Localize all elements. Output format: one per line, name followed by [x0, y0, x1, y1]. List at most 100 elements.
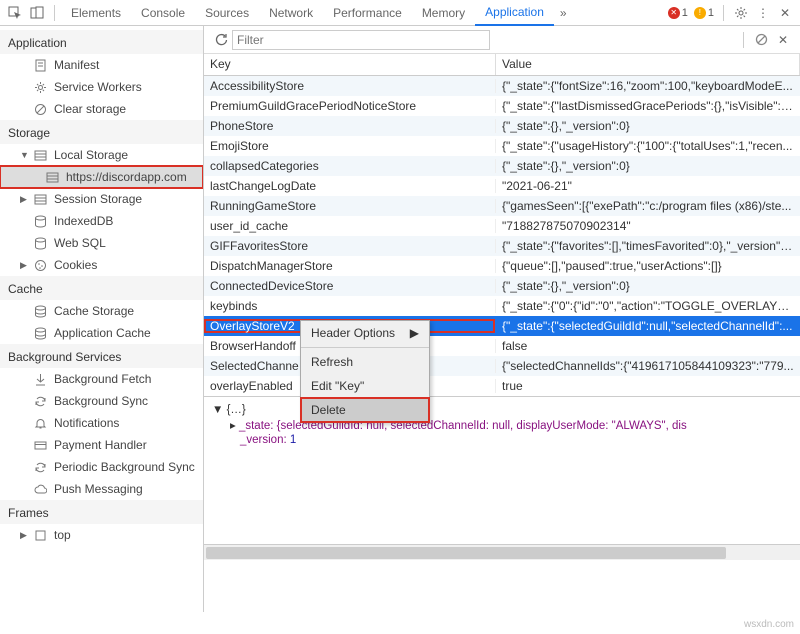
sidebar-item-payment-handler[interactable]: Payment Handler: [0, 434, 203, 456]
more-tabs-icon[interactable]: »: [554, 6, 573, 20]
refresh-icon[interactable]: [210, 33, 232, 46]
menu-item-delete[interactable]: Delete: [301, 398, 429, 422]
cell-value: {"_state":{"selectedGuildId":null,"selec…: [496, 319, 800, 333]
cell-value: {"_state":{"0":{"id":"0","action":"TOGGL…: [496, 299, 800, 313]
inspect-icon[interactable]: [6, 4, 24, 22]
table-row[interactable]: GIFFavoritesStore{"_state":{"favorites":…: [204, 236, 800, 256]
cell-value: {"_state":{"usageHistory":{"100":{"total…: [496, 139, 800, 153]
table-row[interactable]: DispatchManagerStore{"queue":[],"paused"…: [204, 256, 800, 276]
table-row[interactable]: BrowserHandofffalse: [204, 336, 800, 356]
table-row[interactable]: keybinds{"_state":{"0":{"id":"0","action…: [204, 296, 800, 316]
cell-key: GIFFavoritesStore: [204, 239, 496, 253]
sidebar-item-session-storage[interactable]: ▶Session Storage: [0, 188, 203, 210]
sidebar-item-push-messaging[interactable]: Push Messaging: [0, 478, 203, 500]
sidebar-item-https-discordapp-com[interactable]: https://discordapp.com: [0, 166, 203, 188]
close-icon[interactable]: ✕: [776, 4, 794, 22]
sidebar-item-label: Periodic Background Sync: [54, 460, 195, 474]
section-application: Application: [0, 30, 203, 54]
gear-icon: [32, 79, 48, 95]
expander-icon[interactable]: ▶: [20, 260, 30, 271]
gear-icon[interactable]: [732, 4, 750, 22]
table-row[interactable]: PhoneStore{"_state":{},"_version":0}: [204, 116, 800, 136]
sidebar-item-cookies[interactable]: ▶Cookies: [0, 254, 203, 276]
table-row[interactable]: EmojiStore{"_state":{"usageHistory":{"10…: [204, 136, 800, 156]
sidebar-item-cache-storage[interactable]: Cache Storage: [0, 300, 203, 322]
cell-value: {"_state":{"favorites":[],"timesFavorite…: [496, 239, 800, 253]
expander-icon[interactable]: ▶: [20, 530, 30, 541]
table-row[interactable]: collapsedCategories{"_state":{},"_versio…: [204, 156, 800, 176]
filter-input[interactable]: [232, 30, 490, 50]
sidebar-item-label: Manifest: [54, 58, 99, 72]
sidebar-item-label: Payment Handler: [54, 438, 147, 452]
cell-key: user_id_cache: [204, 219, 496, 233]
table-row[interactable]: ConnectedDeviceStore{"_state":{},"_versi…: [204, 276, 800, 296]
cell-value: {"gamesSeen":[{"exePath":"c:/program fil…: [496, 199, 800, 213]
sidebar-item-service-workers[interactable]: Service Workers: [0, 76, 203, 98]
bell-icon: [32, 415, 48, 431]
manifest-icon: [32, 57, 48, 73]
cell-value: {"_state":{"fontSize":16,"zoom":100,"key…: [496, 79, 800, 93]
expander-icon[interactable]: ▼: [20, 150, 30, 160]
sidebar-item-local-storage[interactable]: ▼Local Storage: [0, 144, 203, 166]
table-row[interactable]: overlayEnabledtrue: [204, 376, 800, 396]
cell-value: {"_state":{},"_version":0}: [496, 159, 800, 173]
section-frames: Frames: [0, 500, 203, 524]
tab-elements[interactable]: Elements: [61, 0, 131, 26]
sidebar-item-manifest[interactable]: Manifest: [0, 54, 203, 76]
tab-application[interactable]: Application: [475, 0, 554, 26]
sidebar-item-notifications[interactable]: Notifications: [0, 412, 203, 434]
col-key[interactable]: Key: [204, 54, 496, 75]
table-row[interactable]: PremiumGuildGracePeriodNoticeStore{"_sta…: [204, 96, 800, 116]
clear-icon[interactable]: ✕: [772, 33, 794, 47]
expander-icon[interactable]: ▶: [20, 194, 30, 205]
detail-version-key: _version:: [240, 434, 287, 446]
sidebar-item-label: Application Cache: [54, 326, 151, 340]
table-row[interactable]: SelectedChanne{"selectedChannelIds":{"41…: [204, 356, 800, 376]
col-value[interactable]: Value: [496, 54, 800, 75]
storage-icon: [32, 191, 48, 207]
table-row[interactable]: OverlayStoreV2{"_state":{"selectedGuildI…: [204, 316, 800, 336]
sidebar-item-web-sql[interactable]: Web SQL: [0, 232, 203, 254]
menu-item-header-options[interactable]: Header Options ▶: [301, 321, 429, 345]
tab-network[interactable]: Network: [259, 0, 323, 26]
table-row[interactable]: user_id_cache"718827875070902314": [204, 216, 800, 236]
device-icon[interactable]: [28, 4, 46, 22]
cell-value: false: [496, 339, 800, 353]
cell-key: lastChangeLogDate: [204, 179, 496, 193]
cell-key: DispatchManagerStore: [204, 259, 496, 273]
sidebar-item-indexeddb[interactable]: IndexedDB: [0, 210, 203, 232]
cell-key: PhoneStore: [204, 119, 496, 133]
table-row[interactable]: lastChangeLogDate"2021-06-21": [204, 176, 800, 196]
cell-key: RunningGameStore: [204, 199, 496, 213]
tab-sources[interactable]: Sources: [195, 0, 259, 26]
menu-item-refresh[interactable]: Refresh: [301, 350, 429, 374]
sidebar-item-background-sync[interactable]: Background Sync: [0, 390, 203, 412]
tab-console[interactable]: Console: [131, 0, 195, 26]
section-background-services: Background Services: [0, 344, 203, 368]
sidebar-item-top[interactable]: ▶top: [0, 524, 203, 546]
cell-key: collapsedCategories: [204, 159, 496, 173]
h-scrollbar[interactable]: [204, 544, 800, 560]
menu-item-edit-key-[interactable]: Edit "Key": [301, 374, 429, 398]
sidebar-item-periodic-background-sync[interactable]: Periodic Background Sync: [0, 456, 203, 478]
card-icon: [32, 437, 48, 453]
sidebar-item-application-cache[interactable]: Application Cache: [0, 322, 203, 344]
sidebar-item-label: https://discordapp.com: [66, 170, 187, 184]
warning-count[interactable]: !1: [694, 7, 714, 19]
table-row[interactable]: RunningGameStore{"gamesSeen":[{"exePath"…: [204, 196, 800, 216]
sidebar-item-clear-storage[interactable]: Clear storage: [0, 98, 203, 120]
detail-root[interactable]: {…}: [227, 404, 246, 416]
cell-value: {"_state":{},"_version":0}: [496, 279, 800, 293]
error-count[interactable]: ✕1: [668, 7, 688, 19]
menu-item-label: Refresh: [311, 355, 353, 369]
submenu-arrow-icon: ▶: [410, 326, 419, 340]
storage-icon: [32, 147, 48, 163]
tab-memory[interactable]: Memory: [412, 0, 475, 26]
sidebar-item-background-fetch[interactable]: Background Fetch: [0, 368, 203, 390]
kebab-icon[interactable]: ⋮: [754, 4, 772, 22]
block-icon[interactable]: [750, 33, 772, 46]
tab-performance[interactable]: Performance: [323, 0, 412, 26]
menu-item-label: Header Options: [311, 326, 395, 340]
sidebar-item-label: Cache Storage: [54, 304, 134, 318]
table-row[interactable]: AccessibilityStore{"_state":{"fontSize":…: [204, 76, 800, 96]
